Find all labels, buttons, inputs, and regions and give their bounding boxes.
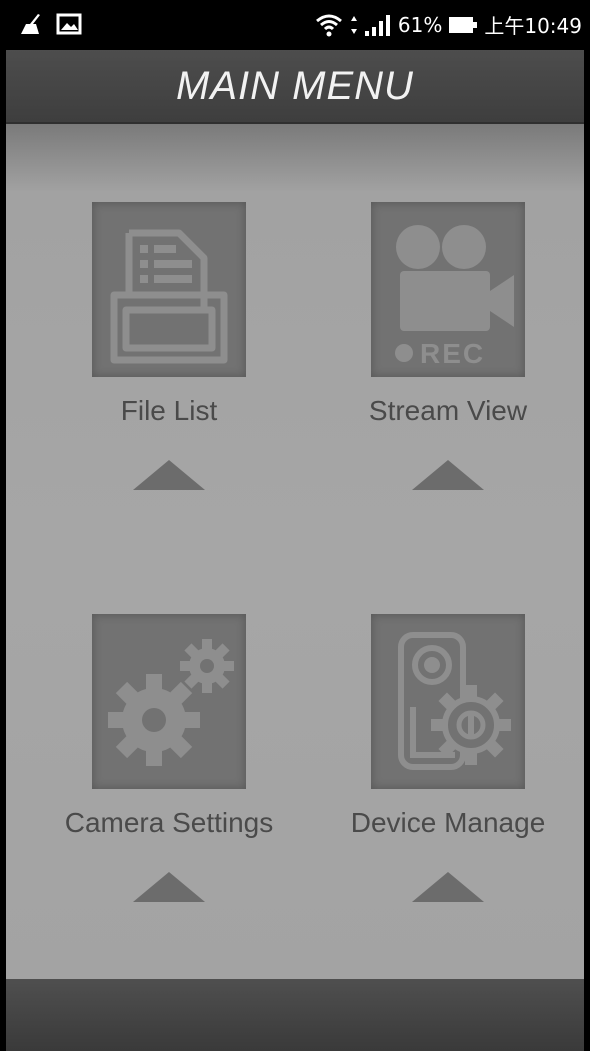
- stream-view-icon-box: REC: [371, 202, 525, 377]
- camera-settings-label: Camera Settings: [64, 807, 274, 838]
- file-list-icon-box: [92, 202, 246, 377]
- clock: 上午10:49: [484, 14, 582, 38]
- broom-icon: [21, 14, 40, 34]
- camera-settings-icon-box: [92, 614, 246, 789]
- stream-view-caret-icon: [412, 460, 484, 490]
- data-arrows-icon: [350, 15, 357, 34]
- gears-icon: [108, 638, 234, 766]
- file-list-caret-icon: [133, 460, 205, 490]
- rec-camera-icon: REC: [395, 224, 514, 365]
- device-manage-label: Device Manage: [350, 807, 546, 838]
- page-title: MAIN MENU: [176, 63, 414, 108]
- menu-item-stream-view[interactable]: REC Stream View: [323, 202, 573, 502]
- menu-item-device-manage[interactable]: Device Manage: [323, 614, 573, 914]
- device-manage-icon-box: [371, 614, 525, 789]
- wifi-icon: [315, 14, 342, 36]
- screen: 61% 上午10:49 MAIN MENU File List REC Stre…: [0, 0, 590, 1051]
- bottom-bar: [6, 979, 584, 1051]
- device-gear-icon: [398, 631, 511, 770]
- status-bar: 61% 上午10:49: [0, 0, 590, 50]
- header-bar: MAIN MENU: [6, 50, 584, 124]
- signal-icon: [364, 14, 390, 36]
- file-folder-icon: [110, 229, 228, 363]
- camera-settings-caret-icon: [133, 872, 205, 902]
- svg-text:REC: REC: [420, 338, 485, 365]
- menu-item-file-list[interactable]: File List: [44, 202, 294, 502]
- main-menu-panel: File List REC Stream View Camera Setting…: [6, 124, 584, 979]
- battery-percent: 61%: [397, 12, 443, 37]
- menu-item-camera-settings[interactable]: Camera Settings: [44, 614, 294, 914]
- stream-view-label: Stream View: [368, 395, 528, 426]
- device-manage-caret-icon: [412, 872, 484, 902]
- battery-icon: [449, 16, 478, 33]
- image-icon: [56, 13, 82, 35]
- file-list-label: File List: [120, 395, 218, 426]
